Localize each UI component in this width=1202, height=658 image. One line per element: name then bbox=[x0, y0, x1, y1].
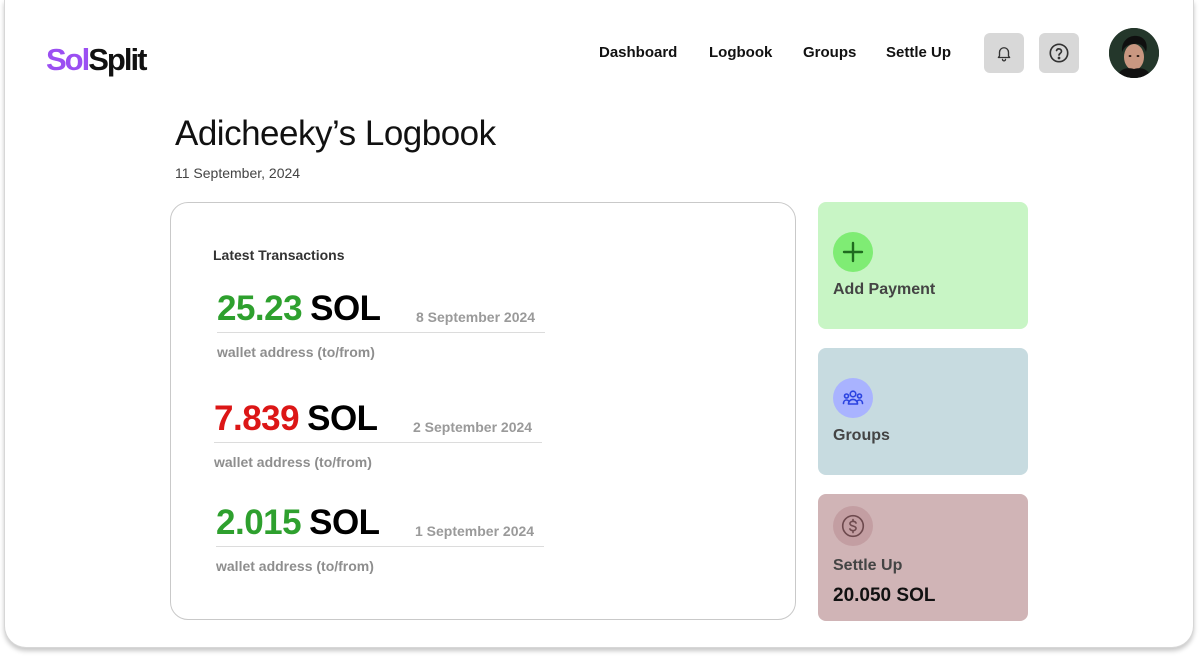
logo-part-split: Split bbox=[88, 42, 147, 77]
transaction-date: 1 September 2024 bbox=[415, 523, 535, 539]
transaction-wallet: wallet address (to/from) bbox=[216, 558, 374, 574]
transaction-wallet: wallet address (to/from) bbox=[217, 344, 375, 360]
settle-up-label: Settle Up bbox=[833, 557, 903, 574]
nav-dashboard[interactable]: Dashboard bbox=[599, 44, 677, 62]
transaction-divider bbox=[216, 546, 544, 547]
bell-icon bbox=[997, 47, 1011, 62]
transaction-date: 8 September 2024 bbox=[416, 309, 536, 325]
user-avatar[interactable] bbox=[1109, 28, 1159, 78]
add-payment-label: Add Payment bbox=[833, 281, 936, 298]
page-date: 11 September, 2024 bbox=[175, 165, 301, 181]
nav-settle-up[interactable]: Settle Up bbox=[886, 44, 951, 62]
solsplit-logo[interactable]: SolSplit bbox=[46, 40, 147, 80]
plus-icon bbox=[842, 241, 864, 263]
latest-transactions-heading: Latest Transactions bbox=[213, 247, 345, 263]
transaction-item[interactable]: 2.015 SOL 1 September 2024 wallet address… bbox=[216, 503, 556, 593]
settle-up-icon-circle bbox=[833, 506, 873, 546]
add-payment-card[interactable]: Add Payment bbox=[818, 202, 1028, 329]
nav-logbook[interactable]: Logbook bbox=[709, 44, 772, 62]
help-button[interactable] bbox=[1039, 33, 1079, 73]
transaction-divider bbox=[214, 442, 542, 443]
avatar-photo bbox=[1109, 28, 1159, 78]
transaction-date: 2 September 2024 bbox=[413, 419, 533, 435]
transaction-divider bbox=[217, 332, 545, 333]
transaction-item[interactable]: 7.839 SOL 2 September 2024 wallet address… bbox=[214, 399, 554, 489]
dollar-icon bbox=[841, 514, 865, 538]
groups-label: Groups bbox=[833, 427, 890, 444]
people-icon bbox=[842, 390, 864, 405]
transaction-amount-value: 2.015 bbox=[216, 503, 302, 542]
transaction-amount: 2.015 SOL bbox=[216, 503, 380, 543]
settle-up-card[interactable]: Settle Up 20.050 SOL bbox=[818, 494, 1028, 621]
logo-part-sol: Sol bbox=[46, 42, 90, 77]
groups-card[interactable]: Groups bbox=[818, 348, 1028, 475]
nav-groups[interactable]: Groups bbox=[803, 44, 856, 62]
transaction-amount-unit: SOL bbox=[307, 399, 378, 438]
transaction-amount-value: 7.839 bbox=[214, 399, 300, 438]
transaction-amount: 25.23 SOL bbox=[217, 289, 381, 329]
help-icon bbox=[1049, 43, 1069, 63]
transaction-amount-value: 25.23 bbox=[217, 289, 303, 328]
transaction-amount-unit: SOL bbox=[310, 289, 381, 328]
transaction-amount: 7.839 SOL bbox=[214, 399, 378, 439]
transaction-wallet: wallet address (to/from) bbox=[214, 454, 372, 470]
notifications-button[interactable] bbox=[984, 33, 1024, 73]
transaction-item[interactable]: 25.23 SOL 8 September 2024 wallet address… bbox=[217, 289, 557, 379]
page-title: Adicheeky’s Logbook bbox=[175, 114, 496, 153]
settle-up-amount: 20.050 SOL bbox=[833, 585, 936, 606]
transaction-amount-unit: SOL bbox=[309, 503, 380, 542]
groups-icon-circle bbox=[833, 378, 873, 418]
add-payment-icon-circle bbox=[833, 232, 873, 272]
